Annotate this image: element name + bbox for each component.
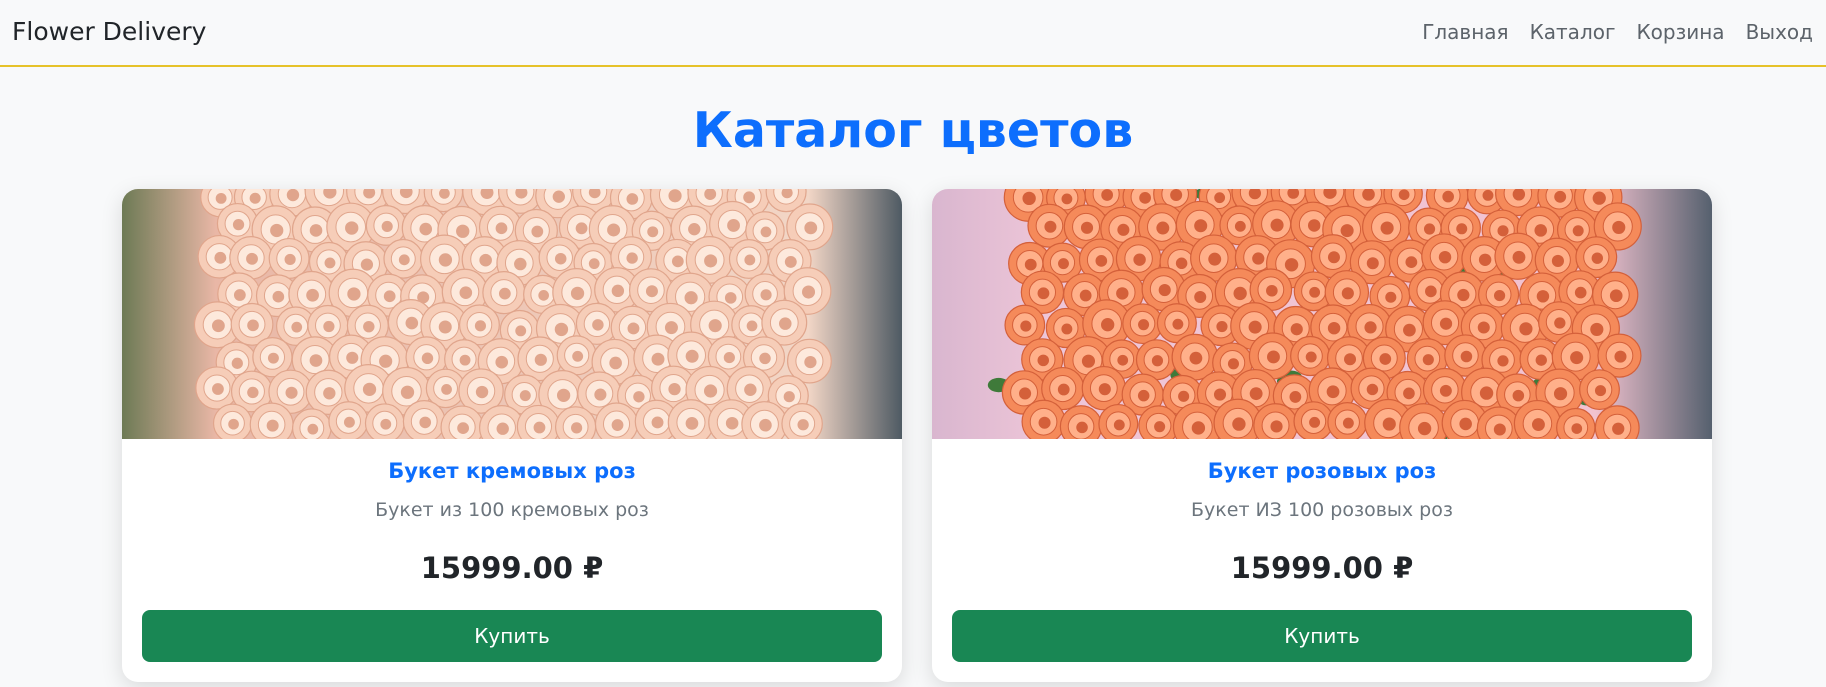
coral-roses-bouquet-image — [932, 189, 1712, 439]
product-title[interactable]: Букет кремовых роз — [122, 459, 902, 483]
nav-link-home[interactable]: Главная — [1422, 20, 1508, 44]
product-description: Букет ИЗ 100 розовых роз — [1191, 499, 1453, 521]
nav-link-catalog[interactable]: Каталог — [1530, 20, 1616, 44]
brand-link[interactable]: Flower Delivery — [12, 17, 206, 46]
product-title[interactable]: Букет розовых роз — [932, 459, 1712, 483]
product-card: Букет розовых роз Букет ИЗ 100 розовых р… — [932, 189, 1712, 682]
product-description: Букет из 100 кремовых роз — [375, 499, 649, 521]
nav-links: Главная Каталог Корзина Выход — [1422, 20, 1813, 44]
nav-link-cart[interactable]: Корзина — [1636, 20, 1724, 44]
product-price: 15999.00 ₽ — [1230, 551, 1414, 585]
nav-link-logout[interactable]: Выход — [1746, 20, 1813, 44]
buy-button[interactable]: Купить — [952, 610, 1692, 662]
buy-button[interactable]: Купить — [142, 610, 882, 662]
product-card: Букет кремовых роз Букет из 100 кремовых… — [122, 189, 902, 682]
cream-roses-bouquet-image — [122, 189, 902, 439]
top-navbar: Flower Delivery Главная Каталог Корзина … — [0, 0, 1826, 67]
product-price: 15999.00 ₽ — [420, 551, 604, 585]
page-title: Каталог цветов — [692, 102, 1134, 159]
